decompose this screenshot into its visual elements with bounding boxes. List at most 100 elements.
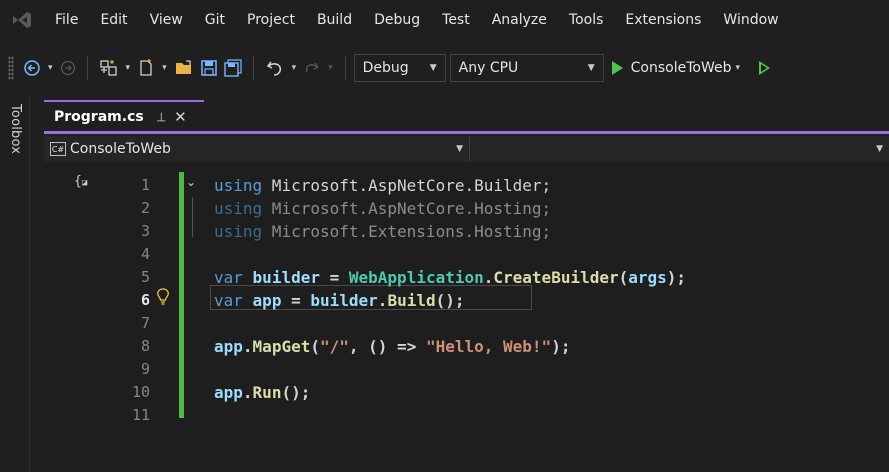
menu-extensions[interactable]: Extensions — [614, 0, 712, 40]
type-dropdown[interactable]: ▼ — [470, 137, 889, 161]
pin-icon[interactable]: ⊣ — [154, 111, 168, 121]
line-number: 4 — [140, 245, 150, 263]
line-number: 11 — [131, 406, 150, 424]
code-line[interactable]: 6 var app = builder.Build(); — [44, 289, 889, 312]
menu-build[interactable]: Build — [306, 0, 363, 40]
code-line[interactable]: 1 using Microsoft.AspNetCore.Builder; — [44, 174, 889, 197]
code-line[interactable]: 10 app.Run(); — [44, 381, 889, 404]
code-line[interactable]: 9 — [44, 358, 889, 381]
code-token: (); — [435, 291, 465, 310]
code-line[interactable]: 2 using Microsoft.AspNetCore.Hosting; — [44, 197, 889, 220]
solution-platform-value: Any CPU — [458, 60, 519, 76]
code-token: . — [242, 337, 253, 356]
line-number: 3 — [140, 222, 150, 240]
tab-file-name: Program.cs — [54, 108, 144, 125]
standard-toolbar: ▾ ▾ ▾ ▾ ▾ Debug ▼ Any CPU ▼ ConsoleToWeb… — [0, 40, 889, 96]
code-editor[interactable]: {◪ ⌄ 1 using Microsoft.AspNetCore.Builder… — [44, 164, 889, 472]
code-token: Microsoft.Extensions.Hosting; — [262, 222, 552, 241]
line-number: 6 — [140, 291, 150, 309]
code-token: builder — [252, 268, 320, 287]
toolbox-strip: Toolbox — [0, 96, 30, 472]
code-token: . — [242, 383, 253, 402]
menu-file[interactable]: File — [44, 0, 89, 40]
code-token: CreateBuilder — [493, 268, 619, 287]
undo-dropdown-icon[interactable]: ▾ — [288, 63, 301, 73]
line-number: 2 — [140, 199, 150, 217]
code-token: "Hello, Web!" — [425, 337, 552, 356]
menu-analyze[interactable]: Analyze — [481, 0, 558, 40]
code-token: app — [252, 291, 282, 310]
code-text: using Microsoft.AspNetCore.Hosting; — [214, 197, 551, 220]
navigation-bar: C# ConsoleToWeb ▼ ▼ — [44, 136, 889, 162]
code-token: . — [483, 268, 494, 287]
chevron-down-icon: ▼ — [429, 63, 437, 73]
code-token: using — [214, 199, 263, 218]
code-token: using — [214, 222, 263, 241]
line-number: 9 — [140, 360, 150, 378]
code-token: (); — [281, 383, 311, 402]
code-token: builder — [310, 291, 378, 310]
add-item-icon[interactable] — [134, 54, 158, 82]
csharp-file-icon: C# — [50, 142, 66, 156]
code-token: WebApplication — [348, 268, 484, 287]
code-token: MapGet — [252, 337, 311, 356]
code-token: . — [377, 291, 388, 310]
add-item-dropdown-icon[interactable]: ▾ — [158, 63, 171, 73]
code-token: app — [214, 337, 243, 356]
menu-project[interactable]: Project — [236, 0, 306, 40]
menu-git[interactable]: Git — [194, 0, 236, 40]
code-line[interactable]: 8 app.MapGet("/", () => "Hello, Web!"); — [44, 335, 889, 358]
navigate-back-dropdown-icon[interactable]: ▾ — [44, 63, 57, 73]
line-number: 5 — [140, 268, 150, 286]
code-text: app.MapGet("/", () => "Hello, Web!"); — [214, 335, 570, 358]
new-project-icon[interactable] — [96, 54, 122, 82]
project-name: ConsoleToWeb — [70, 141, 171, 157]
menu-debug[interactable]: Debug — [363, 0, 431, 40]
chevron-down-icon: ▼ — [876, 144, 883, 154]
menu-tools[interactable]: Tools — [558, 0, 615, 40]
solution-configuration-select[interactable]: Debug ▼ — [353, 54, 446, 82]
solution-platform-select[interactable]: Any CPU ▼ — [449, 54, 604, 82]
chevron-down-icon: ▼ — [587, 63, 595, 73]
code-token: Run — [252, 383, 282, 402]
open-folder-icon[interactable] — [171, 54, 197, 82]
project-dropdown[interactable]: C# ConsoleToWeb ▼ — [44, 137, 470, 161]
code-text: app.Run(); — [214, 381, 310, 404]
tab-program-cs[interactable]: Program.cs ⊣ ✕ — [44, 100, 204, 131]
code-token: ); — [666, 268, 687, 287]
save-icon[interactable] — [197, 54, 221, 82]
new-project-dropdown-icon[interactable]: ▾ — [122, 63, 135, 73]
start-debugging-button[interactable]: ConsoleToWeb ▾ — [608, 54, 748, 82]
code-token: using — [214, 176, 263, 195]
toolbox-tab[interactable]: Toolbox — [8, 104, 23, 154]
menu-test[interactable]: Test — [431, 0, 481, 40]
code-line[interactable]: 4 — [44, 243, 889, 266]
code-text: using Microsoft.Extensions.Hosting; — [214, 220, 551, 243]
code-token: args — [628, 268, 667, 287]
code-text: var builder = WebApplication.CreateBuild… — [214, 266, 686, 289]
code-line[interactable]: 7 — [44, 312, 889, 335]
menu-view[interactable]: View — [139, 0, 194, 40]
close-icon[interactable]: ✕ — [174, 108, 187, 126]
menu-window[interactable]: Window — [712, 0, 789, 40]
code-text: var app = builder.Build(); — [214, 289, 465, 312]
code-line[interactable]: 11 — [44, 404, 889, 427]
toolbar-grip[interactable] — [8, 56, 14, 80]
save-all-icon[interactable] — [221, 54, 245, 82]
line-number: 7 — [140, 314, 150, 332]
chevron-down-icon: ▼ — [456, 144, 463, 154]
navigate-back-icon[interactable] — [20, 54, 44, 82]
start-without-debugging-icon[interactable] — [748, 54, 773, 82]
code-line[interactable]: 3 using Microsoft.Extensions.Hosting; — [44, 220, 889, 243]
menu-items: File Edit View Git Project Build Debug Test Anal… — [44, 0, 790, 40]
visual-studio-logo-icon[interactable] — [0, 0, 44, 40]
menu-edit[interactable]: Edit — [89, 0, 138, 40]
play-icon — [611, 61, 623, 75]
undo-icon[interactable] — [262, 54, 288, 82]
startup-project-dropdown-icon[interactable]: ▾ — [732, 63, 745, 73]
code-line[interactable]: 5 var builder = WebApplication.CreateBuil… — [44, 266, 889, 289]
code-token: = — [319, 268, 349, 287]
code-token: = — [281, 291, 311, 310]
tab-underline — [44, 131, 889, 134]
